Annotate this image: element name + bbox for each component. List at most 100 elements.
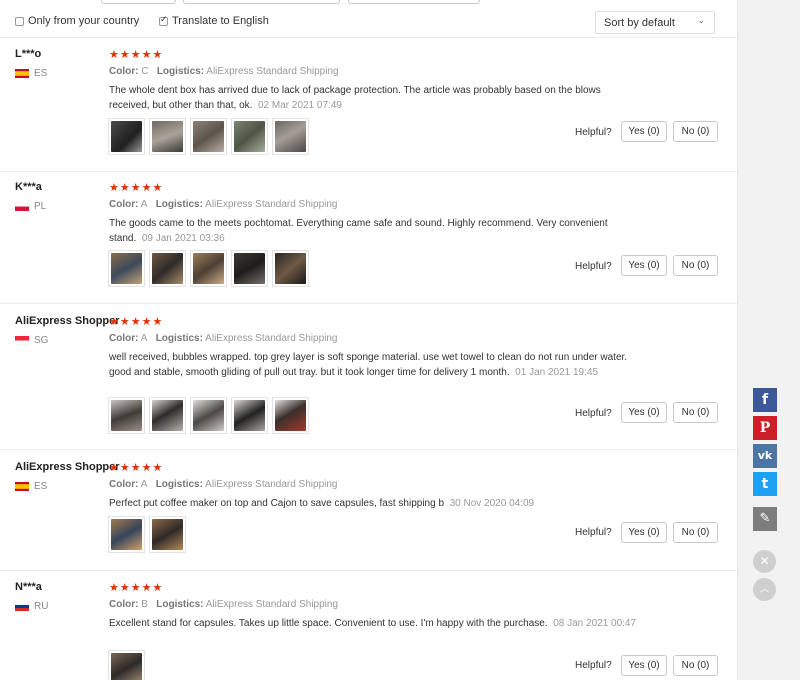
reviewer-name: N***a: [15, 581, 42, 593]
scroll-up-icon[interactable]: ︿: [753, 578, 776, 601]
review-item: N***a RU ★★★★★ Color: B Logistics: AliEx…: [0, 581, 738, 680]
color-value: A: [140, 199, 148, 210]
helpful-yes-button[interactable]: Yes (0): [621, 522, 667, 543]
logistics-label: Logistics:: [156, 66, 205, 77]
helpful-yes-button[interactable]: Yes (0): [621, 655, 667, 676]
color-value: B: [141, 599, 148, 610]
color-label: Color:: [109, 333, 139, 344]
review-meta: Color: A Logistics: AliExpress Standard …: [109, 479, 337, 490]
rating-stars: ★★★★★: [109, 315, 164, 328]
top-tab-3[interactable]: [348, 0, 480, 4]
chevron-down-icon: ⌄: [697, 16, 705, 26]
review-text-block: The goods came to the meets pochtomat. E…: [109, 216, 639, 246]
review-photo[interactable]: [108, 118, 145, 155]
flag-es-icon: [15, 69, 29, 78]
review-photo[interactable]: [190, 250, 227, 287]
review-photo[interactable]: [149, 516, 186, 553]
review-photo[interactable]: [149, 118, 186, 155]
review-item: AliExpress Shopper ES ★★★★★ Color: A Log…: [0, 461, 738, 571]
vk-icon[interactable]: vk: [753, 444, 777, 468]
review-text-block: The whole dent box has arrived due to la…: [109, 83, 639, 113]
review-photos: [108, 397, 313, 434]
reviewer-country: ES: [34, 481, 48, 492]
logistics-value: AliExpress Standard Shipping: [205, 199, 338, 210]
review-meta: Color: C Logistics: AliExpress Standard …: [109, 66, 339, 77]
helpful-no-button[interactable]: No (0): [673, 402, 718, 423]
reviewer-country: RU: [34, 601, 49, 612]
review-photo[interactable]: [149, 397, 186, 434]
review-photo[interactable]: [108, 397, 145, 434]
review-photo[interactable]: [190, 397, 227, 434]
review-date: 02 Mar 2021 07:49: [258, 100, 342, 111]
sort-select[interactable]: Sort by default ⌄: [595, 11, 715, 34]
review-photo[interactable]: [272, 250, 309, 287]
review-photo[interactable]: [231, 250, 268, 287]
translate-checkbox[interactable]: [159, 15, 168, 26]
helpful-no-button[interactable]: No (0): [673, 655, 718, 676]
top-tab-2[interactable]: [183, 0, 340, 4]
helpful-label: Helpful?: [575, 408, 612, 419]
review-photo[interactable]: [108, 516, 145, 553]
review-photo[interactable]: [108, 650, 145, 680]
review-photos: [108, 118, 313, 155]
only-country-label: Only from your country: [28, 15, 140, 27]
review-photo[interactable]: [272, 118, 309, 155]
divider: [0, 37, 738, 38]
review-photo[interactable]: [149, 250, 186, 287]
facebook-icon[interactable]: f: [753, 388, 777, 412]
review-date: 09 Jan 2021 03:36: [141, 233, 225, 244]
logistics-value: AliExpress Standard Shipping: [205, 479, 338, 490]
review-photos: [108, 650, 149, 680]
helpful-no-button[interactable]: No (0): [673, 121, 718, 142]
helpful-no-button[interactable]: No (0): [673, 522, 718, 543]
helpful-yes-button[interactable]: Yes (0): [621, 255, 667, 276]
logistics-label: Logistics:: [155, 199, 203, 210]
review-photo[interactable]: [231, 397, 268, 434]
review-photo[interactable]: [231, 118, 268, 155]
reviewer-country: PL: [34, 201, 47, 212]
close-icon[interactable]: ✕: [753, 550, 776, 573]
twitter-icon[interactable]: t: [753, 472, 777, 496]
helpful-yes-button[interactable]: Yes (0): [621, 402, 667, 423]
divider: [0, 570, 738, 571]
reviewer-country: ES: [34, 68, 48, 79]
color-value: A: [140, 479, 148, 490]
logistics-label: Logistics:: [155, 333, 203, 344]
reviewer-country: SG: [34, 335, 49, 346]
review-text: The whole dent box has arrived due to la…: [109, 85, 601, 111]
rating-stars: ★★★★★: [109, 48, 164, 61]
filter-bar: Only from your country Translate to Engl…: [0, 8, 738, 36]
review-photo[interactable]: [190, 118, 227, 155]
helpful-label: Helpful?: [575, 527, 612, 538]
helpful-label: Helpful?: [575, 660, 612, 671]
divider: [0, 449, 738, 450]
top-tabs: [0, 0, 738, 4]
only-country-checkbox[interactable]: [15, 17, 24, 26]
reviewer-name: AliExpress Shopper: [15, 315, 120, 327]
logistics-label: Logistics:: [156, 599, 204, 610]
review-date: 01 Jan 2021 19:45: [515, 367, 599, 378]
edit-icon[interactable]: ✎: [753, 507, 777, 531]
color-value: C: [141, 66, 149, 77]
review-photos: [108, 516, 190, 553]
helpful-label: Helpful?: [575, 127, 612, 138]
helpful-yes-button[interactable]: Yes (0): [621, 121, 667, 142]
flag-sg-icon: [15, 336, 29, 345]
color-label: Color:: [109, 66, 139, 77]
flag-es-icon: [15, 482, 29, 491]
review-photos: [108, 250, 313, 287]
review-photo[interactable]: [108, 250, 145, 287]
reviewer-name: K***a: [15, 181, 42, 193]
pinterest-icon[interactable]: P: [753, 416, 777, 440]
review-text-block: well received, bubbles wrapped. top grey…: [109, 350, 639, 380]
color-label: Color:: [109, 199, 139, 210]
sort-select-value: Sort by default: [604, 17, 675, 29]
top-tab-1[interactable]: [101, 0, 176, 4]
helpful-no-button[interactable]: No (0): [673, 255, 718, 276]
logistics-value: AliExpress Standard Shipping: [205, 599, 339, 610]
review-photo[interactable]: [272, 397, 309, 434]
review-meta: Color: A Logistics: AliExpress Standard …: [109, 199, 337, 210]
flag-pl-icon: [15, 202, 29, 211]
reviews-panel: Only from your country Translate to Engl…: [0, 0, 738, 680]
color-value: A: [140, 333, 148, 344]
